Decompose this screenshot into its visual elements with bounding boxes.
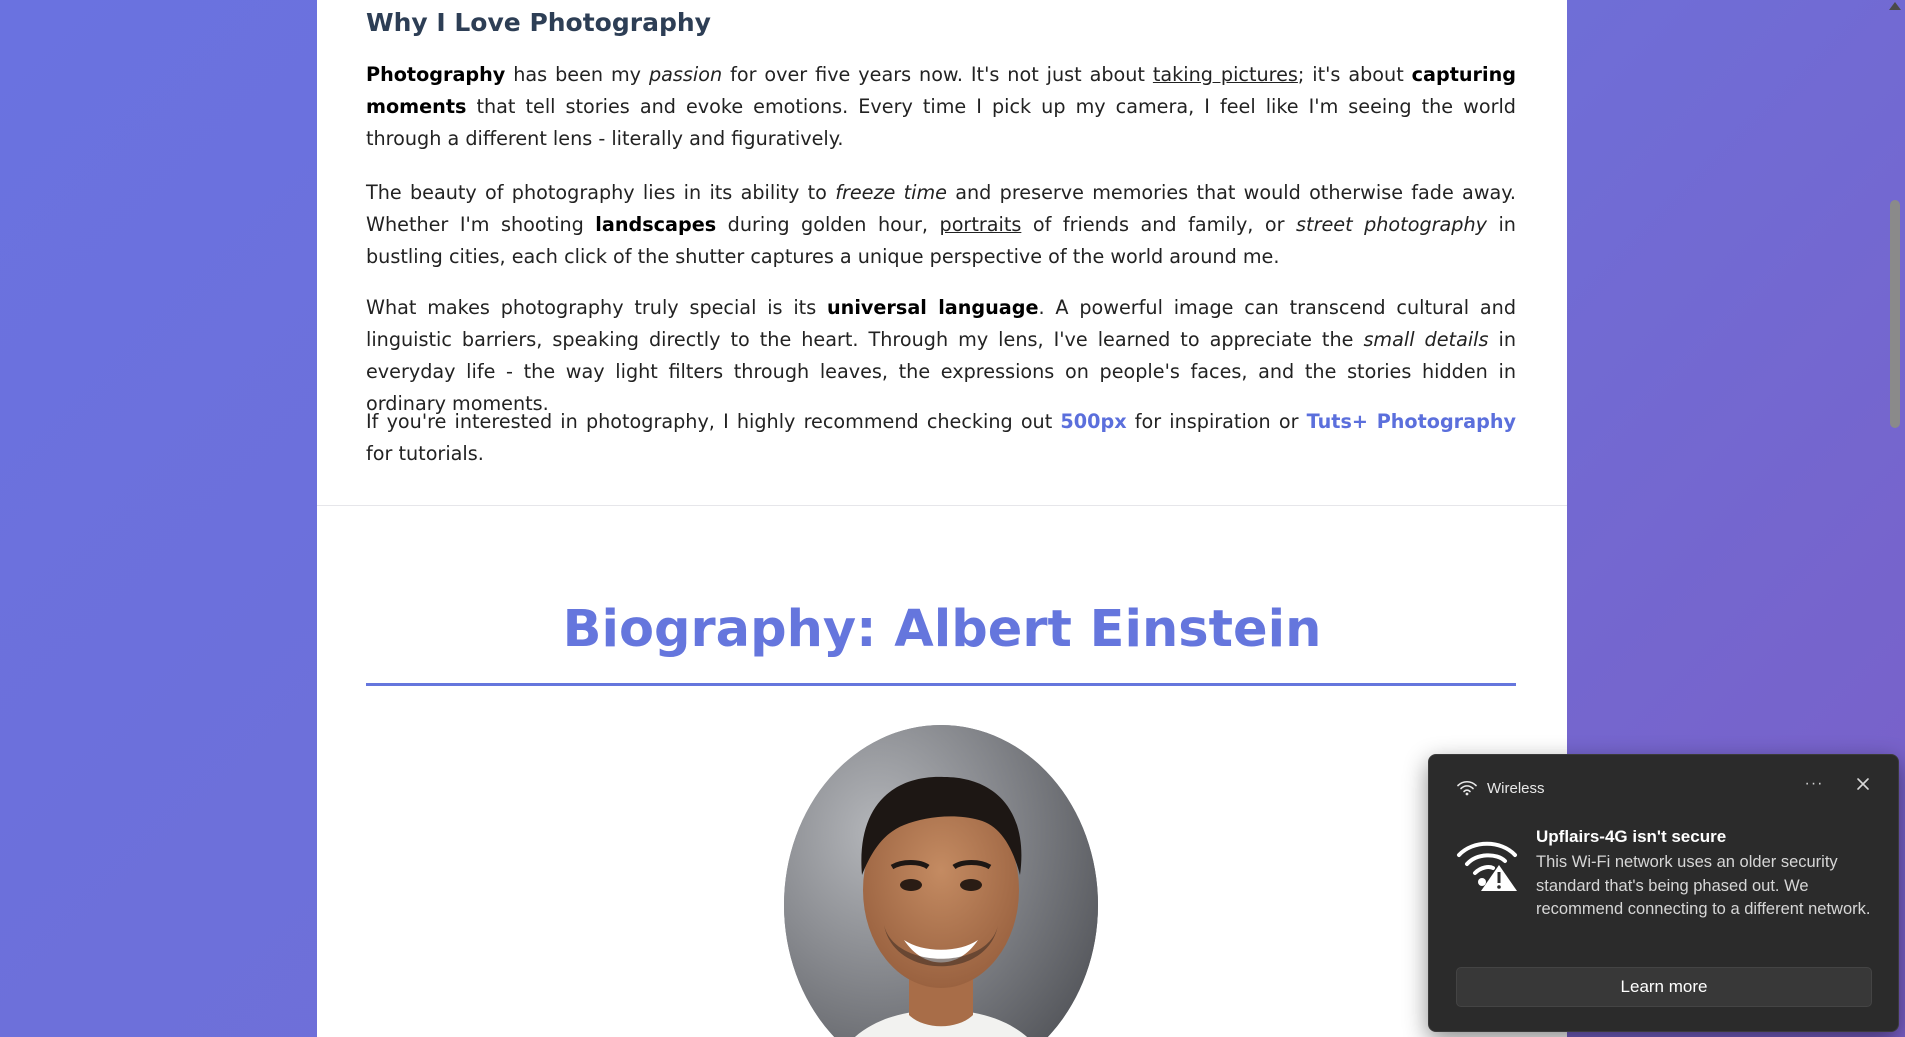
scrollbar-thumb[interactable]: [1890, 200, 1900, 428]
wifi-warning-icon: [1455, 835, 1521, 893]
text: for inspiration or: [1126, 410, 1307, 433]
paragraph-4: If you're interested in photography, I h…: [366, 406, 1516, 470]
bold-text: universal language: [827, 296, 1039, 319]
text: ; it's about: [1297, 63, 1412, 86]
underline-text: portraits: [939, 213, 1022, 236]
link-500px[interactable]: 500px: [1060, 410, 1126, 433]
italic-text: street photography: [1296, 213, 1487, 236]
paragraph-2: The beauty of photography lies in its ab…: [366, 177, 1516, 273]
more-icon[interactable]: ···: [1799, 769, 1829, 799]
wifi-notification-toast: Wireless ··· Upflairs-4G isn't secure Th…: [1428, 754, 1899, 1032]
underline-text: taking pictures: [1152, 63, 1298, 86]
text: for tutorials.: [366, 442, 484, 465]
paragraph-3: What makes photography truly special is …: [366, 292, 1516, 420]
toast-app-name: Wireless: [1487, 779, 1545, 797]
text: has been my: [505, 63, 649, 86]
learn-more-button[interactable]: Learn more: [1456, 967, 1872, 1007]
bold-text: Photography: [366, 63, 506, 86]
section-heading: Why I Love Photography: [366, 8, 711, 37]
toast-header: Wireless: [1457, 777, 1545, 799]
title-underline: [366, 683, 1516, 686]
scroll-up-arrow-icon[interactable]: [1889, 2, 1901, 10]
person-photo-icon: [784, 725, 1098, 1037]
text: during golden hour,: [716, 213, 940, 236]
text: that tell stories and evoke emotions. Ev…: [366, 95, 1516, 150]
section-divider: [317, 505, 1567, 506]
paragraph-1: Photography has been my passion for over…: [366, 59, 1516, 155]
italic-text: small details: [1363, 328, 1489, 351]
biography-title: Biography: Albert Einstein: [562, 600, 1322, 659]
link-tuts-photography[interactable]: Tuts+ Photography: [1307, 410, 1516, 433]
text: What makes photography truly special is …: [366, 296, 828, 319]
wifi-icon: [1457, 780, 1477, 796]
text: The beauty of photography lies in its ab…: [366, 181, 836, 204]
close-icon[interactable]: [1848, 769, 1878, 799]
italic-text: passion: [648, 63, 723, 86]
toast-body: This Wi-Fi network uses an older securit…: [1536, 853, 1871, 918]
page-content: Why I Love Photography Photography has b…: [317, 0, 1567, 1037]
toast-title: Upflairs-4G isn't secure: [1536, 827, 1727, 846]
text: of friends and family, or: [1021, 213, 1297, 236]
portrait-image: [784, 725, 1098, 1037]
text: If you're interested in photography, I h…: [366, 410, 1061, 433]
bold-text: landscapes: [595, 213, 717, 236]
italic-text: freeze time: [835, 181, 947, 204]
text: for over five years now. It's not just a…: [722, 63, 1153, 86]
